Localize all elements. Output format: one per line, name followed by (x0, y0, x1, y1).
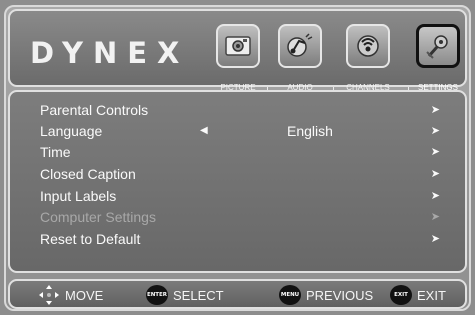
tab-picture[interactable]: PICTURE (212, 24, 264, 94)
menu-item-label: Input Labels (40, 188, 117, 204)
menu-item-computer-settings: Computer Settings ➤ (40, 207, 440, 227)
chevron-right-icon: ➤ (430, 233, 440, 245)
exit-button-icon: EXIT (390, 285, 412, 305)
menu-header: DYNEX PICTURE AUDIO CHANNELS SETTINGS (8, 9, 467, 97)
tab-channels[interactable]: CHANNELS (342, 24, 394, 94)
menu-item-closed-caption[interactable]: Closed Caption ➤ (40, 164, 440, 184)
button-hint-bar: MOVE ENTER SELECT MENU PREVIOUS EXIT EXI… (8, 279, 467, 309)
move-hint: MOVE (38, 284, 103, 306)
menu-item-label: Computer Settings (40, 209, 156, 225)
exit-hint: EXIT EXIT (390, 284, 446, 306)
audio-icon (278, 24, 322, 68)
channels-icon (346, 24, 390, 68)
menu-item-input-labels[interactable]: Input Labels ➤ (40, 186, 440, 206)
tab-audio[interactable]: AUDIO (274, 24, 326, 94)
menu-button-icon: MENU (279, 285, 301, 305)
chevron-left-icon[interactable]: ◀ (200, 121, 208, 141)
chevron-right-icon: ➤ (430, 168, 440, 180)
menu-item-label: Time (40, 144, 71, 160)
exit-label: EXIT (417, 287, 446, 303)
chevron-right-icon: ➤ (430, 190, 440, 202)
menu-item-time[interactable]: Time ➤ (40, 142, 440, 162)
enter-button-icon: ENTER (146, 285, 168, 305)
previous-label: PREVIOUS (306, 287, 374, 303)
select-label: SELECT (173, 287, 224, 303)
menu-item-label: Reset to Default (40, 231, 141, 247)
menu-item-label: Closed Caption (40, 166, 136, 182)
chevron-right-icon: ➤ (430, 146, 440, 158)
settings-icon (416, 24, 460, 68)
menu-item-parental-controls[interactable]: Parental Controls ➤ (40, 100, 440, 120)
picture-icon (216, 24, 260, 68)
menu-item-language[interactable]: Language ◀ English ➤ (40, 121, 440, 141)
dynex-logo: DYNEX (30, 36, 190, 70)
settings-menu: Parental Controls ➤ Language ◀ English ➤… (8, 90, 467, 273)
menu-item-reset-to-default[interactable]: Reset to Default ➤ (40, 229, 440, 249)
previous-hint: MENU PREVIOUS (279, 284, 373, 306)
move-label: MOVE (65, 287, 104, 303)
chevron-right-icon: ➤ (430, 104, 440, 116)
menu-item-label: Language (40, 123, 103, 139)
language-value: English (287, 123, 333, 139)
menu-item-label: Parental Controls (40, 102, 149, 118)
chevron-right-icon[interactable]: ➤ (431, 121, 440, 141)
select-hint: ENTER SELECT (146, 284, 224, 306)
tab-settings[interactable]: SETTINGS (412, 24, 464, 94)
chevron-right-icon: ➤ (430, 211, 440, 223)
four-way-arrow-icon (39, 285, 59, 305)
